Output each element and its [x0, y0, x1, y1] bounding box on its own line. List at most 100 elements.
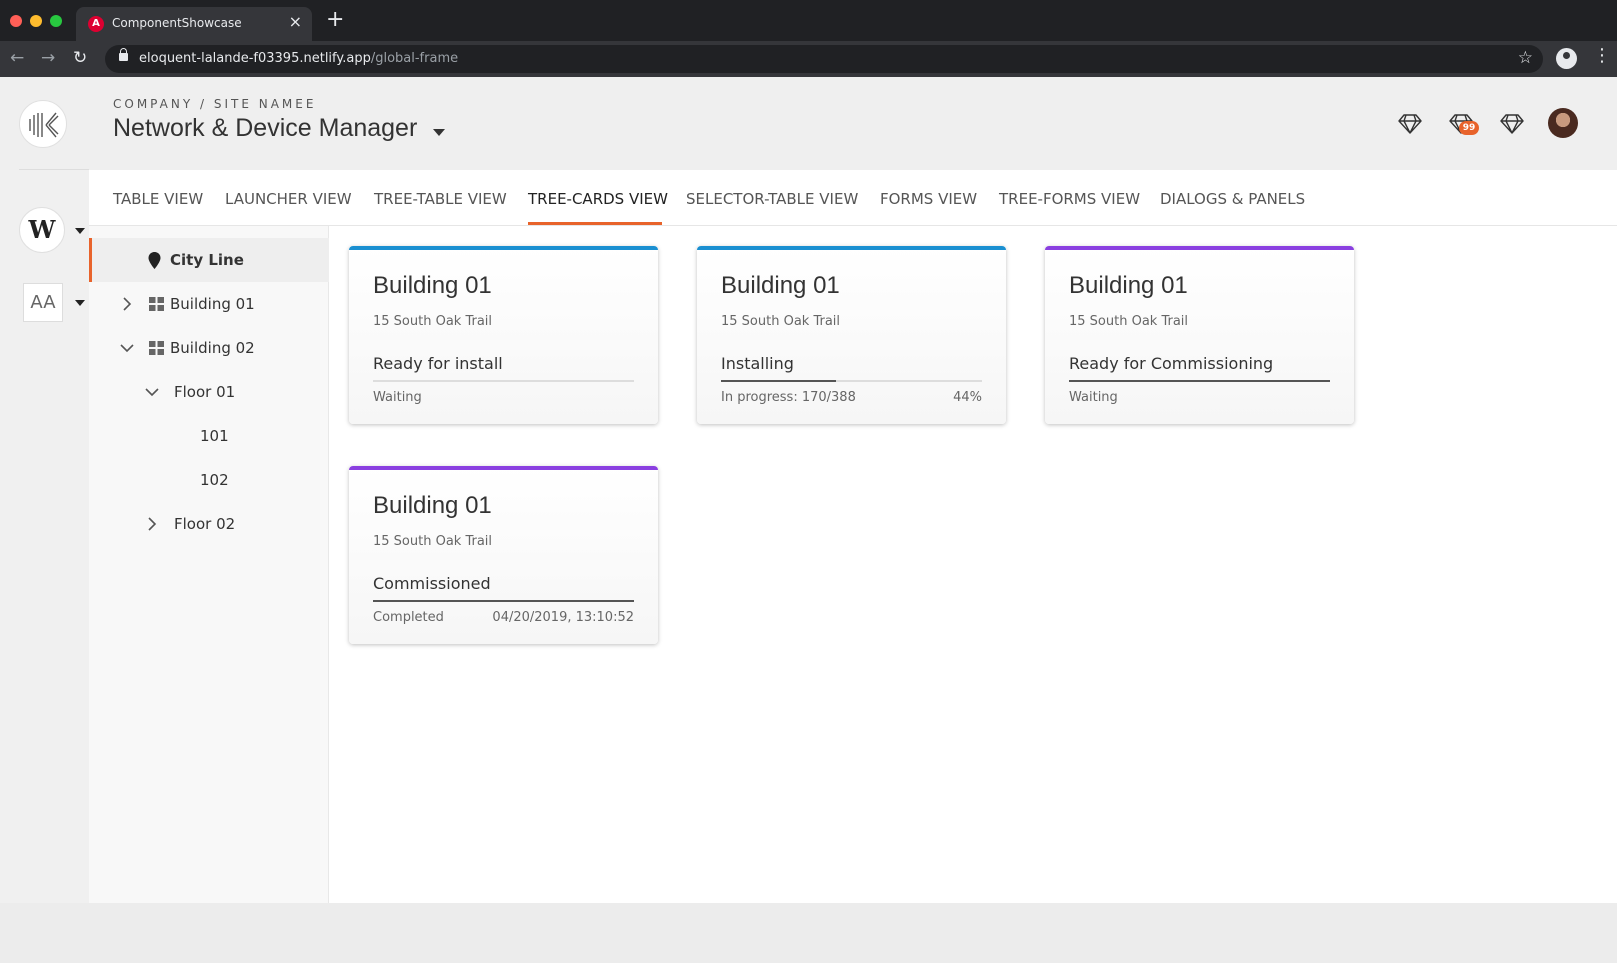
card-title: Building 01 [1069, 272, 1188, 299]
title-dropdown-icon[interactable] [433, 129, 445, 136]
tree-item-label: 102 [200, 471, 229, 489]
browser-profile-icon[interactable] [1556, 48, 1577, 69]
font-size-dropdown-icon[interactable] [75, 300, 85, 306]
angular-icon: A [88, 16, 104, 32]
active-tab-indicator [528, 222, 662, 225]
tree-item-floor-02[interactable]: Floor 02 [89, 502, 329, 546]
reload-icon[interactable]: ↻ [73, 48, 87, 68]
tab-launcher-view[interactable]: LAUNCHER VIEW [225, 190, 352, 208]
location-pin-icon [148, 252, 161, 269]
logo-icon [29, 112, 59, 138]
building-card[interactable]: Building 01 15 South Oak Trail Commissio… [349, 466, 658, 644]
card-status: Installing [721, 354, 794, 373]
tab-forms-view[interactable]: FORMS VIEW [880, 190, 977, 208]
close-window-button[interactable] [10, 15, 22, 27]
main-panel: TABLE VIEW LAUNCHER VIEW TREE-TABLE VIEW… [89, 170, 1617, 903]
tab-dialogs-panels[interactable]: DIALOGS & PANELS [1160, 190, 1305, 208]
font-size-button[interactable]: AA [23, 283, 63, 322]
card-progress-track [373, 380, 634, 382]
workspace-switcher[interactable]: W [19, 207, 65, 253]
chevron-right-icon[interactable] [119, 296, 135, 312]
building-card[interactable]: Building 01 15 South Oak Trail Installin… [697, 246, 1006, 424]
page-title[interactable]: Network & Device Manager [113, 114, 417, 143]
card-progress-fill [1069, 380, 1330, 382]
tree-item-label: City Line [170, 251, 244, 269]
card-accent-bar [697, 246, 1006, 250]
card-address: 15 South Oak Trail [1069, 314, 1189, 329]
close-tab-icon[interactable]: × [289, 13, 302, 31]
notification-badge: 99 [1459, 121, 1479, 135]
card-detail: Completed [373, 610, 444, 625]
tree-item-label: Floor 01 [174, 383, 236, 401]
site-tree: City Line Building 01 Building 02 Floor … [89, 226, 329, 903]
tree-item-building-02[interactable]: Building 02 [89, 326, 329, 370]
tab-selector-table-view[interactable]: SELECTOR-TABLE VIEW [686, 190, 858, 208]
page-footer-area [0, 903, 1617, 963]
chevron-down-icon[interactable] [144, 384, 160, 400]
tree-item-floor-01[interactable]: Floor 01 [89, 370, 329, 414]
url-host: eloquent-lalande-f03395.netlify.app [139, 51, 371, 66]
card-accent-bar [349, 246, 658, 250]
rail-divider [19, 169, 89, 170]
tree-item-label: Building 01 [170, 295, 255, 313]
diamond-icon[interactable] [1499, 110, 1525, 136]
new-tab-icon[interactable]: + [326, 9, 344, 31]
tree-item-label: 101 [200, 427, 229, 445]
chevron-down-icon[interactable] [119, 340, 135, 356]
diamond-icon[interactable] [1397, 110, 1423, 136]
tree-item-city-line[interactable]: City Line [89, 238, 329, 282]
card-detail-right: 44% [953, 390, 982, 405]
maximize-window-button[interactable] [50, 15, 62, 27]
card-status: Ready for Commissioning [1069, 354, 1274, 373]
browser-titlebar: A ComponentShowcase × + [0, 0, 1617, 41]
building-card[interactable]: Building 01 15 South Oak Trail Ready for… [1045, 246, 1354, 424]
breadcrumb: COMPANY / SITE NAMEE [113, 97, 317, 111]
browser-tab-title: ComponentShowcase [112, 16, 242, 30]
browser-tab[interactable]: A ComponentShowcase × [76, 7, 312, 41]
card-status: Commissioned [373, 574, 491, 593]
user-avatar[interactable] [1548, 108, 1578, 138]
card-detail: Waiting [1069, 390, 1118, 405]
forward-arrow-icon[interactable]: → [41, 48, 55, 68]
lock-icon [119, 48, 128, 61]
card-title: Building 01 [373, 492, 492, 519]
bookmark-star-icon[interactable]: ☆ [1518, 48, 1533, 68]
app-header: COMPANY / SITE NAMEE Network & Device Ma… [0, 77, 1617, 170]
tree-item-label: Floor 02 [174, 515, 236, 533]
address-bar[interactable]: eloquent-lalande-f03395.netlify.app/glob… [105, 45, 1543, 73]
card-detail: Waiting [373, 390, 422, 405]
card-detail-right: 04/20/2019, 13:10:52 [492, 610, 634, 625]
building-card[interactable]: Building 01 15 South Oak Trail Ready for… [349, 246, 658, 424]
card-status: Ready for install [373, 354, 503, 373]
card-address: 15 South Oak Trail [721, 314, 841, 329]
app-logo[interactable] [19, 100, 67, 148]
building-grid-icon [149, 341, 164, 355]
card-address: 15 South Oak Trail [373, 314, 493, 329]
card-progress-track [721, 380, 982, 382]
tab-tree-forms-view[interactable]: TREE-FORMS VIEW [999, 190, 1140, 208]
tree-item-room-102[interactable]: 102 [89, 458, 329, 502]
url-text: eloquent-lalande-f03395.netlify.app/glob… [139, 51, 458, 66]
card-progress-fill [373, 600, 634, 602]
browser-menu-icon[interactable]: ⋮ [1593, 46, 1611, 66]
browser-toolbar: ← → ↻ eloquent-lalande-f03395.netlify.ap… [0, 41, 1617, 77]
tab-tree-table-view[interactable]: TREE-TABLE VIEW [374, 190, 507, 208]
card-progress-fill [721, 380, 836, 382]
card-detail: In progress: 170/388 [721, 390, 856, 405]
card-progress-track [373, 600, 634, 602]
card-accent-bar [349, 466, 658, 470]
minimize-window-button[interactable] [30, 15, 42, 27]
chevron-right-icon[interactable] [144, 516, 160, 532]
tab-tree-cards-view[interactable]: TREE-CARDS VIEW [528, 190, 668, 208]
card-title: Building 01 [721, 272, 840, 299]
tree-item-label: Building 02 [170, 339, 255, 357]
tab-table-view[interactable]: TABLE VIEW [113, 190, 203, 208]
url-path: /global-frame [370, 51, 459, 66]
card-address: 15 South Oak Trail [373, 534, 493, 549]
tree-item-room-101[interactable]: 101 [89, 414, 329, 458]
building-grid-icon [149, 297, 164, 311]
tree-item-building-01[interactable]: Building 01 [89, 282, 329, 326]
card-accent-bar [1045, 246, 1354, 250]
back-arrow-icon[interactable]: ← [10, 48, 24, 68]
workspace-dropdown-icon[interactable] [75, 228, 85, 234]
